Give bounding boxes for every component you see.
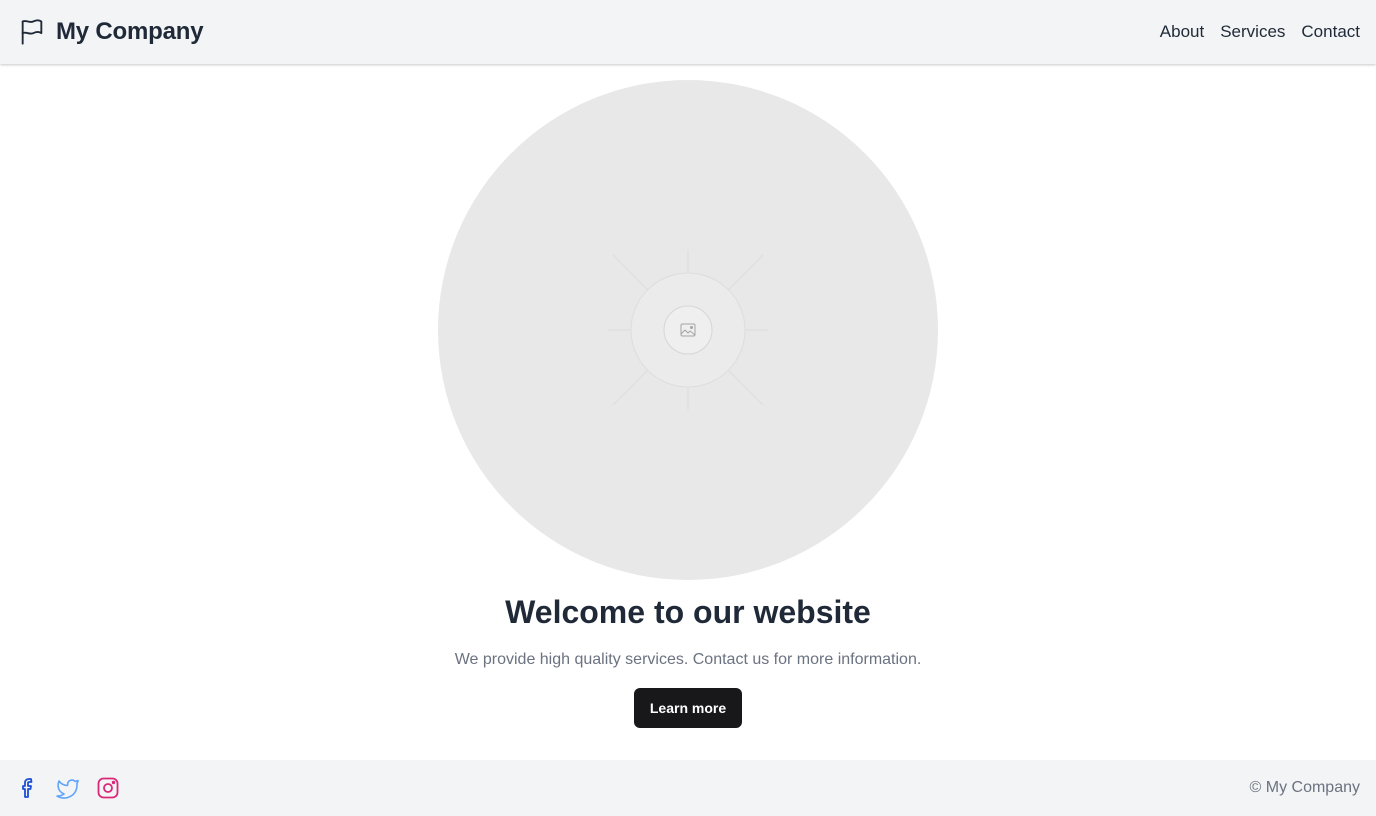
instagram-link[interactable] xyxy=(96,776,120,800)
flag-icon xyxy=(21,19,43,45)
learn-more-button[interactable]: Learn more xyxy=(634,688,742,728)
social-links xyxy=(16,776,120,800)
facebook-icon xyxy=(22,778,33,798)
hero-subtext: We provide high quality services. Contac… xyxy=(454,651,922,668)
hero-image-placeholder xyxy=(438,80,938,580)
image-placeholder-icon xyxy=(608,250,768,410)
nav-link-contact[interactable]: Contact xyxy=(1301,22,1360,42)
site-footer: © My Company xyxy=(0,760,1376,816)
brand-link[interactable]: My Company xyxy=(18,18,204,46)
hero-headline: Welcome to our website xyxy=(505,594,871,630)
instagram-icon xyxy=(97,777,119,799)
facebook-link[interactable] xyxy=(16,776,40,800)
twitter-link[interactable] xyxy=(56,776,80,800)
copyright-text: © My Company xyxy=(1249,779,1360,796)
nav-link-about[interactable]: About xyxy=(1160,22,1204,42)
main-nav: About Services Contact xyxy=(1160,22,1360,42)
site-header: My Company About Services Contact xyxy=(0,0,1376,64)
main-content: Welcome to our website We provide high q… xyxy=(0,64,1376,760)
twitter-icon xyxy=(56,779,79,799)
brand-name: My Company xyxy=(56,18,204,45)
nav-link-services[interactable]: Services xyxy=(1220,22,1285,42)
